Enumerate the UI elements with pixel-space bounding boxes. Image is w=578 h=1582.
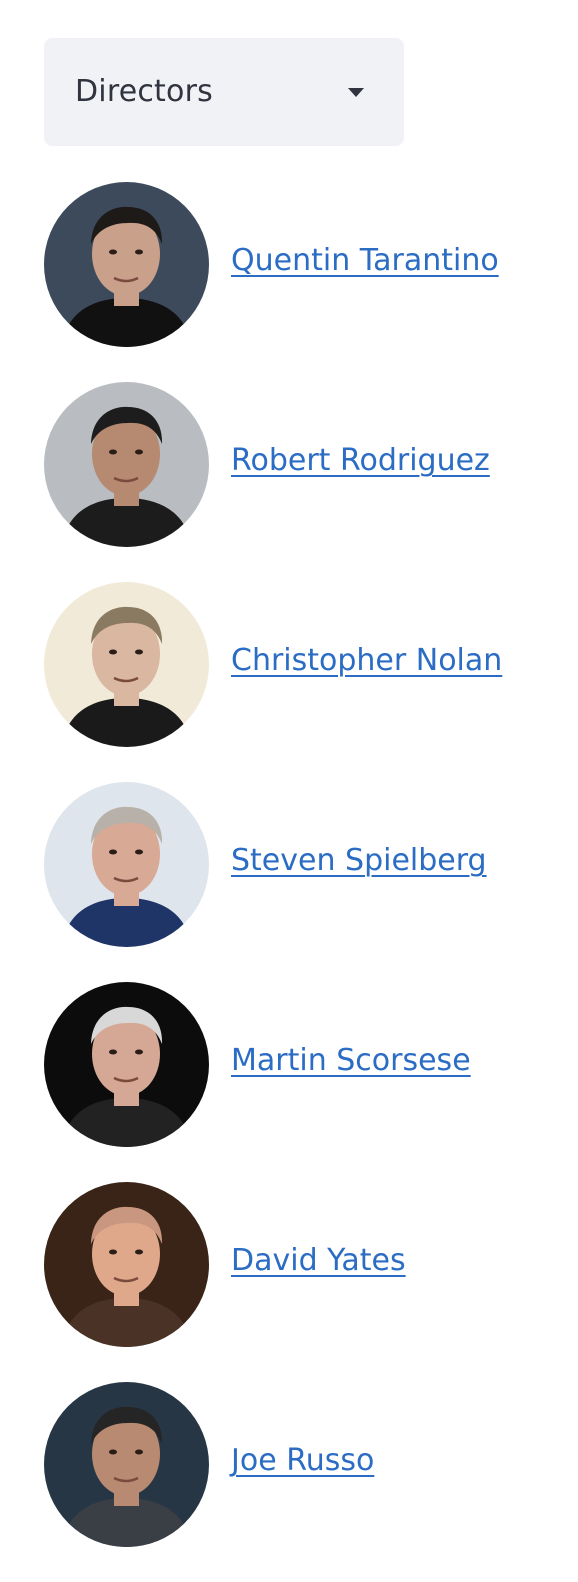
director-link[interactable]: Martin Scorsese <box>231 1040 471 1082</box>
director-link[interactable]: Quentin Tarantino <box>231 240 499 282</box>
avatar <box>44 782 209 947</box>
list-item: David Yates <box>44 1182 564 1347</box>
avatar <box>44 382 209 547</box>
list-item: Martin Scorsese <box>44 982 564 1147</box>
avatar <box>44 582 209 747</box>
list-item: Joe Russo <box>44 1382 564 1547</box>
director-link[interactable]: Christopher Nolan <box>231 640 502 682</box>
directors-select[interactable]: Directors <box>44 38 404 146</box>
avatar <box>44 1182 209 1347</box>
chevron-down-icon[interactable] <box>348 88 364 97</box>
list-item: Quentin Tarantino <box>44 182 564 347</box>
select-value: Directors <box>75 74 213 109</box>
avatar <box>44 182 209 347</box>
director-list: Quentin Tarantino Robert Rodriguez Chris… <box>44 182 564 1582</box>
list-item: Robert Rodriguez <box>44 382 564 547</box>
director-link[interactable]: David Yates <box>231 1240 406 1282</box>
list-item: Steven Spielberg <box>44 782 564 947</box>
director-link[interactable]: Robert Rodriguez <box>231 440 490 482</box>
avatar <box>44 982 209 1147</box>
list-item: Christopher Nolan <box>44 582 564 747</box>
director-link[interactable]: Steven Spielberg <box>231 840 487 882</box>
director-link[interactable]: Joe Russo <box>231 1440 374 1482</box>
avatar <box>44 1382 209 1547</box>
